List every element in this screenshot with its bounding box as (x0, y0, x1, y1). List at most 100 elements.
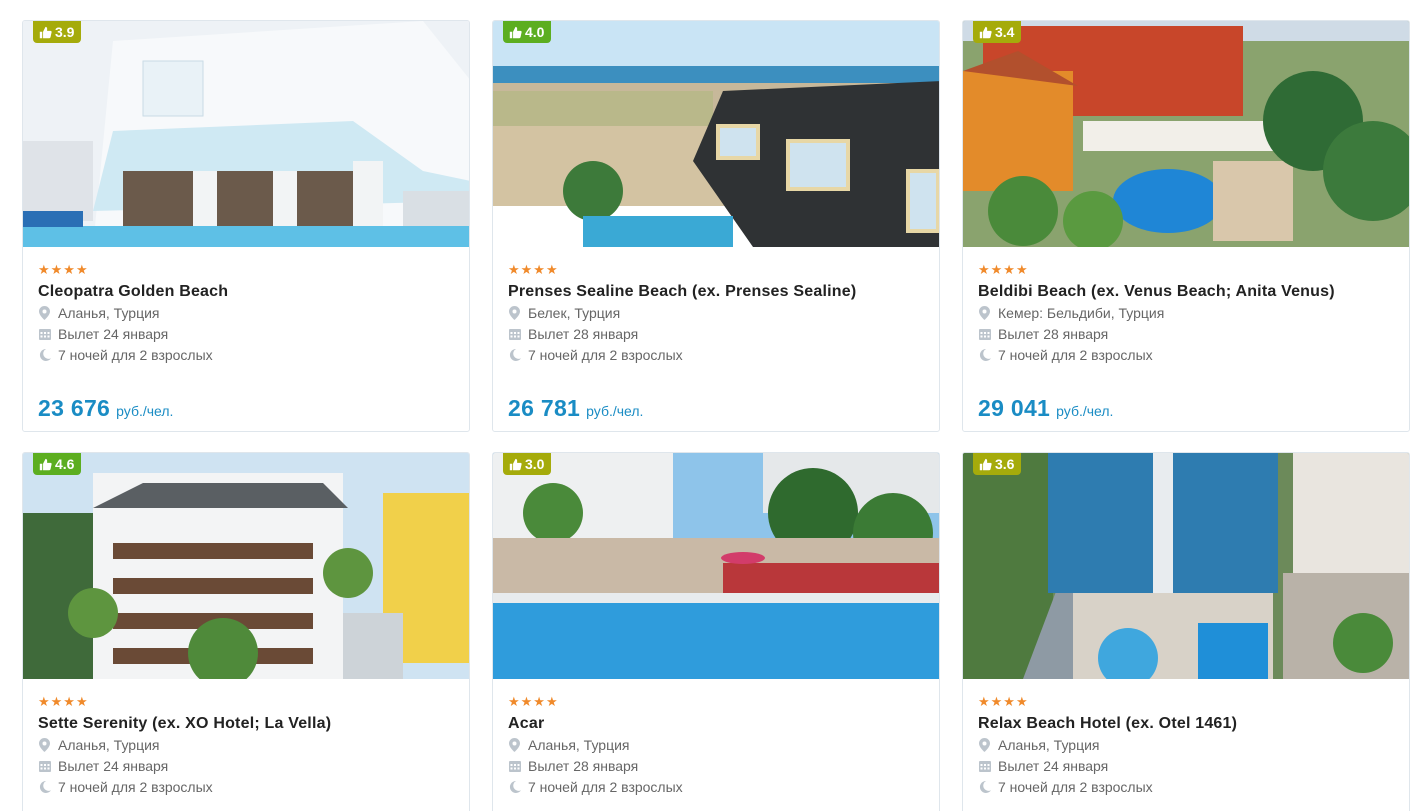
rating-badge: 3.6 (973, 453, 1022, 475)
moon-icon (978, 348, 991, 362)
nights-row: 7 ночей для 2 взрослых (38, 777, 454, 797)
nights-text: 7 ночей для 2 взрослых (58, 779, 213, 795)
location-row: Аланья, Турция (38, 303, 454, 323)
price: 26 781 руб./чел. (508, 395, 643, 422)
star-rating: ★★★★ (978, 694, 1029, 709)
calendar-icon (978, 759, 991, 773)
hotel-name[interactable]: Sette Serenity (ex. XO Hotel; La Vella) (38, 714, 454, 734)
rating-value: 3.9 (55, 24, 75, 40)
hotel-photo[interactable]: 3.9 (23, 21, 469, 247)
location-pin-icon (38, 306, 51, 320)
location-pin-icon (38, 738, 51, 752)
star-rating: ★★★★ (978, 262, 1029, 277)
departure-row: Вылет 24 января (38, 324, 454, 344)
nights-row: 7 ночей для 2 взрослых (508, 345, 924, 365)
hotel-name[interactable]: Beldibi Beach (ex. Venus Beach; Anita Ve… (978, 282, 1394, 302)
location-pin-icon (978, 738, 991, 752)
hotel-name[interactable]: Acar (508, 714, 924, 734)
rating-badge: 4.6 (33, 453, 82, 475)
rating-badge: 3.0 (503, 453, 552, 475)
nights-text: 7 ночей для 2 взрослых (998, 347, 1153, 363)
location-text: Аланья, Турция (528, 737, 630, 753)
location-pin-icon (508, 306, 521, 320)
location-pin-icon (508, 738, 521, 752)
moon-icon (508, 780, 521, 794)
departure-row: Вылет 28 января (508, 756, 924, 776)
hotel-photo[interactable]: 3.0 (493, 453, 939, 679)
thumbs-up-icon (39, 26, 52, 38)
hotel-card[interactable]: 3.9 ★★★★ Cleopatra Golden Beach Аланья, … (22, 20, 470, 432)
location-text: Аланья, Турция (58, 305, 160, 321)
departure-text: Вылет 24 января (998, 758, 1109, 774)
location-row: Кемер: Бельдиби, Турция (978, 303, 1394, 323)
location-pin-icon (978, 306, 991, 320)
nights-text: 7 ночей для 2 взрослых (528, 347, 683, 363)
hotel-card[interactable]: 3.0 ★★★★ Acar Аланья, Турция Вылет 28 ян… (492, 452, 940, 811)
hotel-card[interactable]: 3.6 ★★★★ Relax Beach Hotel (ex. Otel 146… (962, 452, 1410, 811)
departure-text: Вылет 24 января (58, 326, 169, 342)
price: 29 041 руб./чел. (978, 395, 1113, 422)
departure-row: Вылет 28 января (978, 324, 1394, 344)
hotel-photo[interactable]: 3.6 (963, 453, 1409, 679)
hotel-photo[interactable]: 4.0 (493, 21, 939, 247)
price-unit: руб./чел. (116, 403, 174, 419)
nights-row: 7 ночей для 2 взрослых (38, 345, 454, 365)
price-unit: руб./чел. (586, 403, 644, 419)
star-rating: ★★★★ (508, 694, 559, 709)
star-rating: ★★★★ (38, 694, 89, 709)
star-rating: ★★★★ (38, 262, 89, 277)
nights-row: 7 ночей для 2 взрослых (508, 777, 924, 797)
location-text: Аланья, Турция (998, 737, 1100, 753)
rating-badge: 4.0 (503, 21, 552, 43)
hotel-photo[interactable]: 3.4 (963, 21, 1409, 247)
price: 23 676 руб./чел. (38, 395, 173, 422)
star-rating: ★★★★ (508, 262, 559, 277)
hotel-card[interactable]: 3.4 ★★★★ Beldibi Beach (ex. Venus Beach;… (962, 20, 1410, 432)
thumbs-up-icon (39, 458, 52, 470)
hotel-name[interactable]: Relax Beach Hotel (ex. Otel 1461) (978, 714, 1394, 734)
calendar-icon (508, 327, 521, 341)
moon-icon (978, 780, 991, 794)
rating-value: 3.0 (525, 456, 545, 472)
nights-row: 7 ночей для 2 взрослых (978, 777, 1394, 797)
hotel-card[interactable]: 4.6 ★★★★ Sette Serenity (ex. XO Hotel; L… (22, 452, 470, 811)
departure-text: Вылет 24 января (58, 758, 169, 774)
departure-row: Вылет 28 января (508, 324, 924, 344)
departure-text: Вылет 28 января (998, 326, 1109, 342)
rating-badge: 3.4 (973, 21, 1022, 43)
location-text: Белек, Турция (528, 305, 621, 321)
nights-text: 7 ночей для 2 взрослых (998, 779, 1153, 795)
location-row: Белек, Турция (508, 303, 924, 323)
rating-value: 4.0 (525, 24, 545, 40)
hotel-name[interactable]: Prenses Sealine Beach (ex. Prenses Seali… (508, 282, 924, 302)
hotel-photo[interactable]: 4.6 (23, 453, 469, 679)
rating-value: 3.6 (995, 456, 1015, 472)
rating-badge: 3.9 (33, 21, 82, 43)
moon-icon (38, 780, 51, 794)
nights-text: 7 ночей для 2 взрослых (58, 347, 213, 363)
moon-icon (508, 348, 521, 362)
rating-value: 4.6 (55, 456, 75, 472)
rating-value: 3.4 (995, 24, 1015, 40)
location-row: Аланья, Турция (38, 735, 454, 755)
nights-text: 7 ночей для 2 взрослых (528, 779, 683, 795)
calendar-icon (508, 759, 521, 773)
location-text: Аланья, Турция (58, 737, 160, 753)
thumbs-up-icon (979, 458, 992, 470)
price-unit: руб./чел. (1056, 403, 1114, 419)
hotel-name[interactable]: Cleopatra Golden Beach (38, 282, 454, 302)
departure-row: Вылет 24 января (978, 756, 1394, 776)
thumbs-up-icon (979, 26, 992, 38)
calendar-icon (978, 327, 991, 341)
hotel-card[interactable]: 4.0 ★★★★ Prenses Sealine Beach (ex. Pren… (492, 20, 940, 432)
hotel-grid: 3.9 ★★★★ Cleopatra Golden Beach Аланья, … (0, 0, 1427, 811)
nights-row: 7 ночей для 2 взрослых (978, 345, 1394, 365)
departure-text: Вылет 28 января (528, 758, 639, 774)
price-value: 23 676 (38, 395, 111, 421)
thumbs-up-icon (509, 26, 522, 38)
location-row: Аланья, Турция (978, 735, 1394, 755)
departure-text: Вылет 28 января (528, 326, 639, 342)
location-row: Аланья, Турция (508, 735, 924, 755)
location-text: Кемер: Бельдиби, Турция (998, 305, 1165, 321)
departure-row: Вылет 24 января (38, 756, 454, 776)
